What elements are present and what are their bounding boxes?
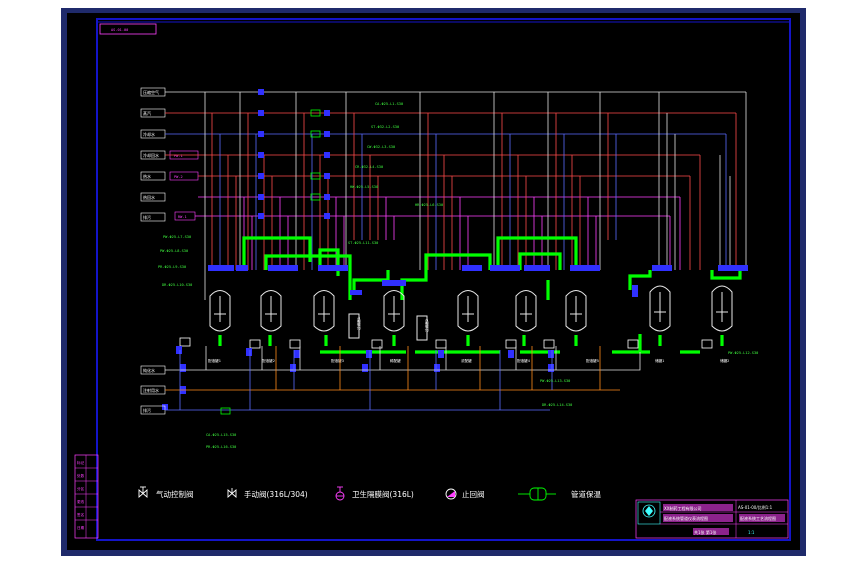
line-label: CR-Φ32-L4-S30 <box>355 165 383 169</box>
bottom-header-label: 纯化水 <box>143 367 155 373</box>
bottom-header-label: 注射用水 <box>143 387 159 393</box>
title-code: 1:1 <box>748 530 755 535</box>
p-and-id-drawing: AS-01-00 压缩空气 蒸汽 冷却水 冷却回水 PW-1 热水 PW-2 热… <box>61 8 806 556</box>
line-label: CA-Φ25-L1-S30 <box>375 102 403 106</box>
header-label: 蒸汽 <box>143 110 151 116</box>
tank-label: 储罐1 <box>655 358 664 363</box>
legend-label: 气动控制阀 <box>156 489 194 499</box>
tank-label: 配液罐3 <box>331 358 344 363</box>
line-label: PW-Φ25-L8-S30 <box>160 249 188 253</box>
tank-label: 储罐2 <box>720 358 729 363</box>
legend-label: 手动阀(316L/304) <box>244 489 308 499</box>
line-label: DR-Φ25-L10-S30 <box>162 283 192 287</box>
tank-label: 配液罐2 <box>262 358 275 363</box>
line-label: DR-Φ25-L14-S30 <box>542 403 572 407</box>
frame-inner <box>67 13 800 550</box>
line-label: HW-Φ25-L5-S30 <box>350 185 378 189</box>
title-project: 配液系统管道仪表流程图 <box>664 515 708 521</box>
tank-label: 配液罐4 <box>517 358 530 363</box>
drawing-number: AS-01-00 <box>111 28 128 32</box>
line-label: PW-Φ25-L12-S30 <box>728 351 758 355</box>
line-label: ST-Φ25-L11-S30 <box>348 241 378 245</box>
legend-label: 卫生隔膜阀(316L) <box>352 489 414 499</box>
filter-label: 过滤器1 <box>356 317 361 330</box>
header-label: 压缩空气 <box>143 89 159 95</box>
line-label: PR-Φ25-L16-S30 <box>206 445 236 449</box>
header-tag-text: PW-2 <box>174 175 183 179</box>
tank-label: 配液罐5 <box>586 358 599 363</box>
header-label: 热水 <box>143 173 151 179</box>
filter-label: 过滤器2 <box>424 319 429 332</box>
header-label: 冷却水 <box>143 131 155 137</box>
revision-label: 处数 <box>77 473 85 478</box>
tank-label: 配液罐1 <box>208 358 221 363</box>
tank-label: 浓配罐 <box>461 358 472 363</box>
legend-label: 止回阀 <box>462 489 485 499</box>
line-label: CW-Φ32-L3-S30 <box>367 145 395 149</box>
header-label: 热回水 <box>143 194 155 200</box>
line-label: PW-Φ25-L13-S30 <box>540 379 570 383</box>
line-label: HR-Φ25-L6-S30 <box>415 203 443 207</box>
revision-label: 标记 <box>77 460 85 465</box>
revision-label: 分区 <box>77 486 85 491</box>
title-sheet: 共1张 第1张 <box>694 529 716 535</box>
line-label: ST-Φ32-L2-S30 <box>371 125 399 129</box>
line-label: PR-Φ25-L9-S30 <box>158 265 186 269</box>
title-company: XX制药工程有限公司 <box>664 505 701 511</box>
revision-label: 签名 <box>77 512 85 517</box>
line-label: CA-Φ25-L15-S30 <box>206 433 236 437</box>
legend-label: 管道保温 <box>571 489 601 499</box>
title-drawing-name: 配液系统工艺流程图 <box>740 515 776 521</box>
revision-label: 日期 <box>77 525 85 530</box>
revision-label: 更改 <box>77 499 85 504</box>
tank-label: 稀配罐 <box>390 358 401 363</box>
header-label: 冷却回水 <box>143 152 159 158</box>
header-tag-text: RW-1 <box>178 215 187 219</box>
header-label: 排污 <box>143 214 151 220</box>
line-label: PW-Φ25-L7-S30 <box>163 235 191 239</box>
bottom-header-label: 排污 <box>143 407 151 413</box>
title-scale: AS-01-00/比例1:1 <box>738 504 773 510</box>
